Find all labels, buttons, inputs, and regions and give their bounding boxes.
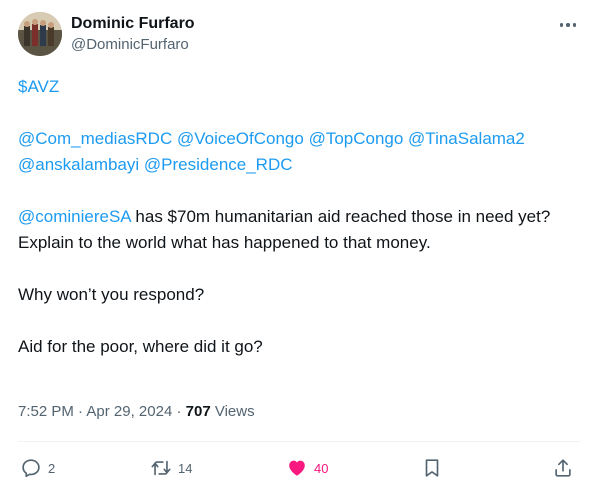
respond-line: Why won’t you respond? (18, 285, 205, 304)
tweet-header: Dominic Furfaro @DominicFurfaro (18, 12, 580, 58)
mentions-line-2[interactable]: @anskalambayi @Presidence_RDC (18, 155, 293, 174)
retweet-icon (151, 460, 171, 476)
mentions-line-1[interactable]: @Com_mediasRDC @VoiceOfCongo @TopCongo @… (18, 129, 525, 148)
reply-icon (22, 459, 40, 478)
tweet-meta: 7:52 PM · Apr 29, 2024 · 707 Views (18, 402, 255, 422)
retweet-button[interactable]: 14 (150, 456, 192, 480)
cashtag-link[interactable]: $AVZ (18, 77, 59, 96)
tweet-text: $AVZ @Com_mediasRDC @VoiceOfCongo @TopCo… (18, 74, 580, 360)
bookmark-icon (425, 459, 439, 477)
author-names: Dominic Furfaro @DominicFurfaro (71, 14, 195, 55)
avatar[interactable] (18, 12, 62, 56)
divider (18, 441, 580, 442)
author-handle[interactable]: @DominicFurfaro (71, 35, 195, 55)
tweet-time[interactable]: 7:52 PM (18, 403, 74, 420)
like-button[interactable]: 40 (286, 456, 328, 480)
like-count: 40 (314, 460, 329, 476)
meta-separator: · (73, 403, 87, 420)
author-display-name[interactable]: Dominic Furfaro (71, 14, 195, 34)
aid-line: Aid for the poor, where did it go? (18, 337, 263, 356)
retweet-count: 14 (178, 460, 193, 476)
tweet-card: Dominic Furfaro @DominicFurfaro $AVZ @Co… (0, 0, 598, 495)
reply-button[interactable]: 2 (20, 456, 55, 480)
tweet-date[interactable]: Apr 29, 2024 (86, 403, 172, 420)
more-icon[interactable] (556, 16, 580, 34)
heart-icon (289, 460, 305, 476)
reply-count: 2 (48, 460, 56, 476)
meta-separator: · (172, 403, 186, 420)
action-bar: 2 14 40 (18, 456, 580, 480)
mention-cominiere[interactable]: @cominiereSA (18, 207, 131, 226)
views-label: Views (210, 403, 255, 420)
bookmark-button[interactable] (421, 456, 443, 480)
avatar-photo (18, 12, 62, 56)
views-count[interactable]: 707 (186, 403, 211, 420)
share-icon (555, 459, 571, 477)
share-button[interactable] (552, 456, 574, 480)
